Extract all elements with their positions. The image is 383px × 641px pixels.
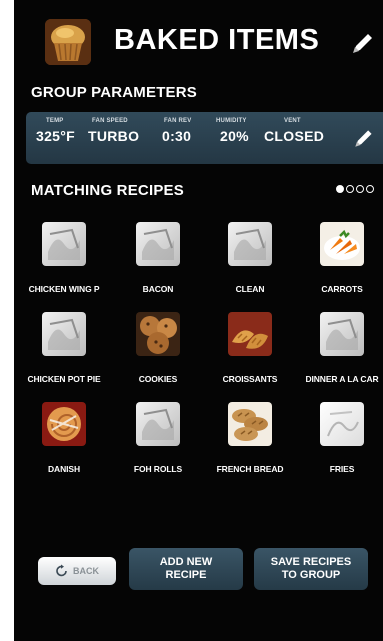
group-parameters-panel[interactable]: TEMP 325°F FAN SPEED TURBO FAN REV 0:30 … bbox=[26, 112, 383, 164]
recipe-label: FOH ROLLS bbox=[133, 464, 183, 474]
recipe-label: BACON bbox=[142, 284, 174, 294]
recipe-tile[interactable]: CHICKEN POT PIE bbox=[18, 312, 110, 392]
group-parameters-heading: GROUP PARAMETERS bbox=[31, 84, 197, 101]
recipe-label: CHICKEN POT PIE bbox=[27, 374, 101, 384]
param-label: TEMP bbox=[46, 118, 64, 124]
param-value: 0:30 bbox=[162, 128, 192, 144]
french-bread-icon bbox=[228, 402, 272, 446]
save-recipes-line1: SAVE RECIPES bbox=[270, 556, 352, 568]
recipe-tile[interactable]: FRIES bbox=[296, 402, 383, 482]
recipe-label: COOKIES bbox=[138, 374, 178, 384]
page-dot[interactable] bbox=[356, 185, 364, 193]
add-new-recipe-label: ADD NEW RECIPE bbox=[160, 556, 213, 582]
recipe-label: FRENCH BREAD bbox=[216, 464, 284, 474]
recipe-tile[interactable]: FRENCH BREAD bbox=[204, 402, 296, 482]
back-button[interactable]: BACK bbox=[38, 557, 116, 585]
param-vent: VENT CLOSED bbox=[264, 112, 324, 144]
param-label: HUMIDITY bbox=[216, 118, 247, 124]
app-screen: BAKED ITEMS GROUP PARAMETERS TEMP 325°F … bbox=[14, 0, 383, 641]
param-label: FAN SPEED bbox=[92, 118, 128, 124]
recipe-tile[interactable]: FOH ROLLS bbox=[112, 402, 204, 482]
save-recipes-label: SAVE RECIPES TO GROUP bbox=[271, 556, 352, 582]
add-new-recipe-button[interactable]: ADD NEW RECIPE bbox=[129, 548, 243, 590]
cookies-icon bbox=[136, 312, 180, 356]
refresh-icon bbox=[56, 564, 67, 577]
param-label: FAN REV bbox=[164, 118, 192, 124]
page-dot-active[interactable] bbox=[336, 185, 344, 193]
recipe-placeholder-icon bbox=[42, 312, 86, 356]
recipe-tile[interactable]: DANISH bbox=[18, 402, 110, 482]
recipe-placeholder-icon bbox=[136, 402, 180, 446]
recipe-label: CARROTS bbox=[321, 284, 363, 294]
pencil-icon bbox=[355, 130, 372, 147]
recipe-label: DINNER A LA CAR bbox=[305, 374, 379, 384]
pencil-icon bbox=[353, 34, 372, 53]
recipe-label: CLEAN bbox=[235, 284, 265, 294]
recipe-label: FRIES bbox=[329, 464, 355, 474]
recipe-placeholder-icon bbox=[136, 222, 180, 266]
recipe-tile[interactable]: CROISSANTS bbox=[204, 312, 296, 392]
param-value: 325°F bbox=[36, 128, 76, 144]
back-label: BACK bbox=[73, 566, 99, 576]
edit-group-name-button[interactable] bbox=[348, 30, 376, 58]
recipe-tile[interactable]: COOKIES bbox=[112, 312, 204, 392]
param-value: 20% bbox=[220, 128, 249, 144]
save-recipes-to-group-button[interactable]: SAVE RECIPES TO GROUP bbox=[254, 548, 368, 590]
param-value: TURBO bbox=[88, 128, 140, 144]
param-temp: TEMP 325°F bbox=[36, 112, 75, 144]
param-humidity: HUMIDITY 20% bbox=[216, 112, 249, 144]
recipe-placeholder-icon bbox=[320, 312, 364, 356]
matching-recipes-heading: MATCHING RECIPES bbox=[31, 182, 184, 199]
param-fan-speed: FAN SPEED TURBO bbox=[88, 112, 139, 144]
carrots-icon bbox=[320, 222, 364, 266]
recipe-label: CHICKEN WING P bbox=[28, 284, 100, 294]
croissants-icon bbox=[228, 312, 272, 356]
recipe-placeholder-icon bbox=[42, 222, 86, 266]
add-new-recipe-line2: RECIPE bbox=[165, 569, 207, 581]
recipe-placeholder-icon bbox=[320, 402, 364, 446]
recipe-placeholder-icon bbox=[228, 222, 272, 266]
param-value: CLOSED bbox=[264, 128, 325, 144]
page-dot[interactable] bbox=[366, 185, 374, 193]
param-fan-rev: FAN REV 0:30 bbox=[162, 112, 191, 144]
recipe-tile[interactable]: CHICKEN WING P bbox=[18, 222, 110, 302]
save-recipes-line2: TO GROUP bbox=[281, 569, 341, 581]
edit-parameters-button[interactable] bbox=[351, 127, 375, 151]
add-new-recipe-line1: ADD NEW bbox=[159, 556, 213, 568]
recipe-label: CROISSANTS bbox=[222, 374, 278, 384]
muffin-icon bbox=[45, 19, 91, 65]
page-title: BAKED ITEMS bbox=[114, 24, 320, 56]
danish-icon bbox=[42, 402, 86, 446]
recipe-label: DANISH bbox=[48, 464, 80, 474]
recipe-tile[interactable]: BACON bbox=[112, 222, 204, 302]
param-label: VENT bbox=[284, 118, 301, 124]
recipe-tile[interactable]: CLEAN bbox=[204, 222, 296, 302]
page-indicator[interactable] bbox=[336, 185, 374, 193]
recipe-tile[interactable]: CARROTS bbox=[296, 222, 383, 302]
recipe-tile[interactable]: DINNER A LA CAR bbox=[296, 312, 383, 392]
page-dot[interactable] bbox=[346, 185, 354, 193]
